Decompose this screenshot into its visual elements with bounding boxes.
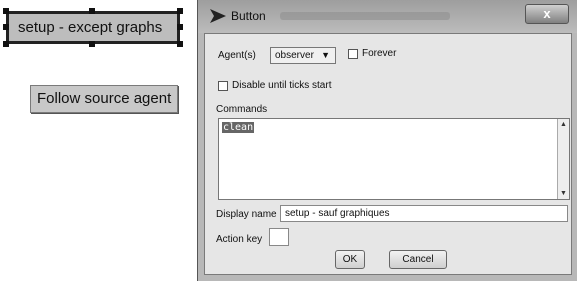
- close-icon: x: [543, 6, 551, 21]
- cancel-button[interactable]: Cancel: [389, 250, 447, 269]
- agents-label: Agent(s): [218, 50, 256, 61]
- dialog-titlebar[interactable]: Button x: [198, 0, 577, 33]
- display-name-input[interactable]: setup - sauf graphiques: [280, 205, 568, 222]
- dialog-title: Button: [231, 9, 266, 23]
- selection-handle[interactable]: [89, 41, 95, 47]
- interface-canvas: setup - except graphs Follow source agen…: [0, 0, 197, 281]
- forever-checkbox[interactable]: [348, 49, 358, 59]
- commands-label: Commands: [216, 104, 268, 115]
- blurred-title-text: [280, 12, 450, 20]
- ok-button-label: OK: [342, 254, 358, 265]
- ok-button[interactable]: OK: [335, 250, 365, 269]
- action-key-input[interactable]: [269, 228, 289, 246]
- netlogo-arrow-icon: [210, 9, 226, 23]
- selection-handle[interactable]: [177, 8, 183, 14]
- selection-handle[interactable]: [3, 24, 9, 30]
- agents-select[interactable]: observer ▼: [270, 47, 336, 64]
- selection-handle[interactable]: [3, 41, 9, 47]
- follow-source-agent-button[interactable]: Follow source agent: [30, 85, 178, 113]
- setup-button[interactable]: setup - except graphs: [6, 11, 180, 44]
- selection-handle[interactable]: [3, 8, 9, 14]
- scroll-up-icon[interactable]: ▲: [558, 121, 569, 128]
- agents-select-value: observer: [275, 50, 314, 61]
- commands-editor[interactable]: clean ▲ ▼: [218, 118, 570, 200]
- close-button[interactable]: x: [525, 4, 569, 24]
- selection-handle[interactable]: [177, 24, 183, 30]
- follow-button-label: Follow source agent: [37, 90, 172, 107]
- cancel-button-label: Cancel: [402, 254, 434, 265]
- disable-until-ticks-checkbox[interactable]: [218, 81, 228, 91]
- display-name-label: Display name: [216, 209, 277, 220]
- dialog-body: Agent(s) observer ▼ Forever Disable unti…: [204, 33, 572, 275]
- selection-handle[interactable]: [89, 8, 95, 14]
- scroll-down-icon[interactable]: ▼: [558, 190, 569, 197]
- disable-until-ticks-label: Disable until ticks start: [232, 80, 332, 91]
- button-dialog: Button x Agent(s) observer ▼ Forever Dis…: [197, 0, 577, 281]
- display-name-value: setup - sauf graphiques: [285, 208, 390, 219]
- forever-label: Forever: [362, 48, 397, 59]
- selection-handle[interactable]: [177, 41, 183, 47]
- chevron-down-icon: ▼: [321, 50, 330, 60]
- commands-text: clean: [222, 122, 255, 133]
- commands-scrollbar[interactable]: ▲ ▼: [557, 119, 569, 199]
- setup-button-label: setup - except graphs: [18, 19, 163, 36]
- action-key-label: Action key: [216, 234, 263, 245]
